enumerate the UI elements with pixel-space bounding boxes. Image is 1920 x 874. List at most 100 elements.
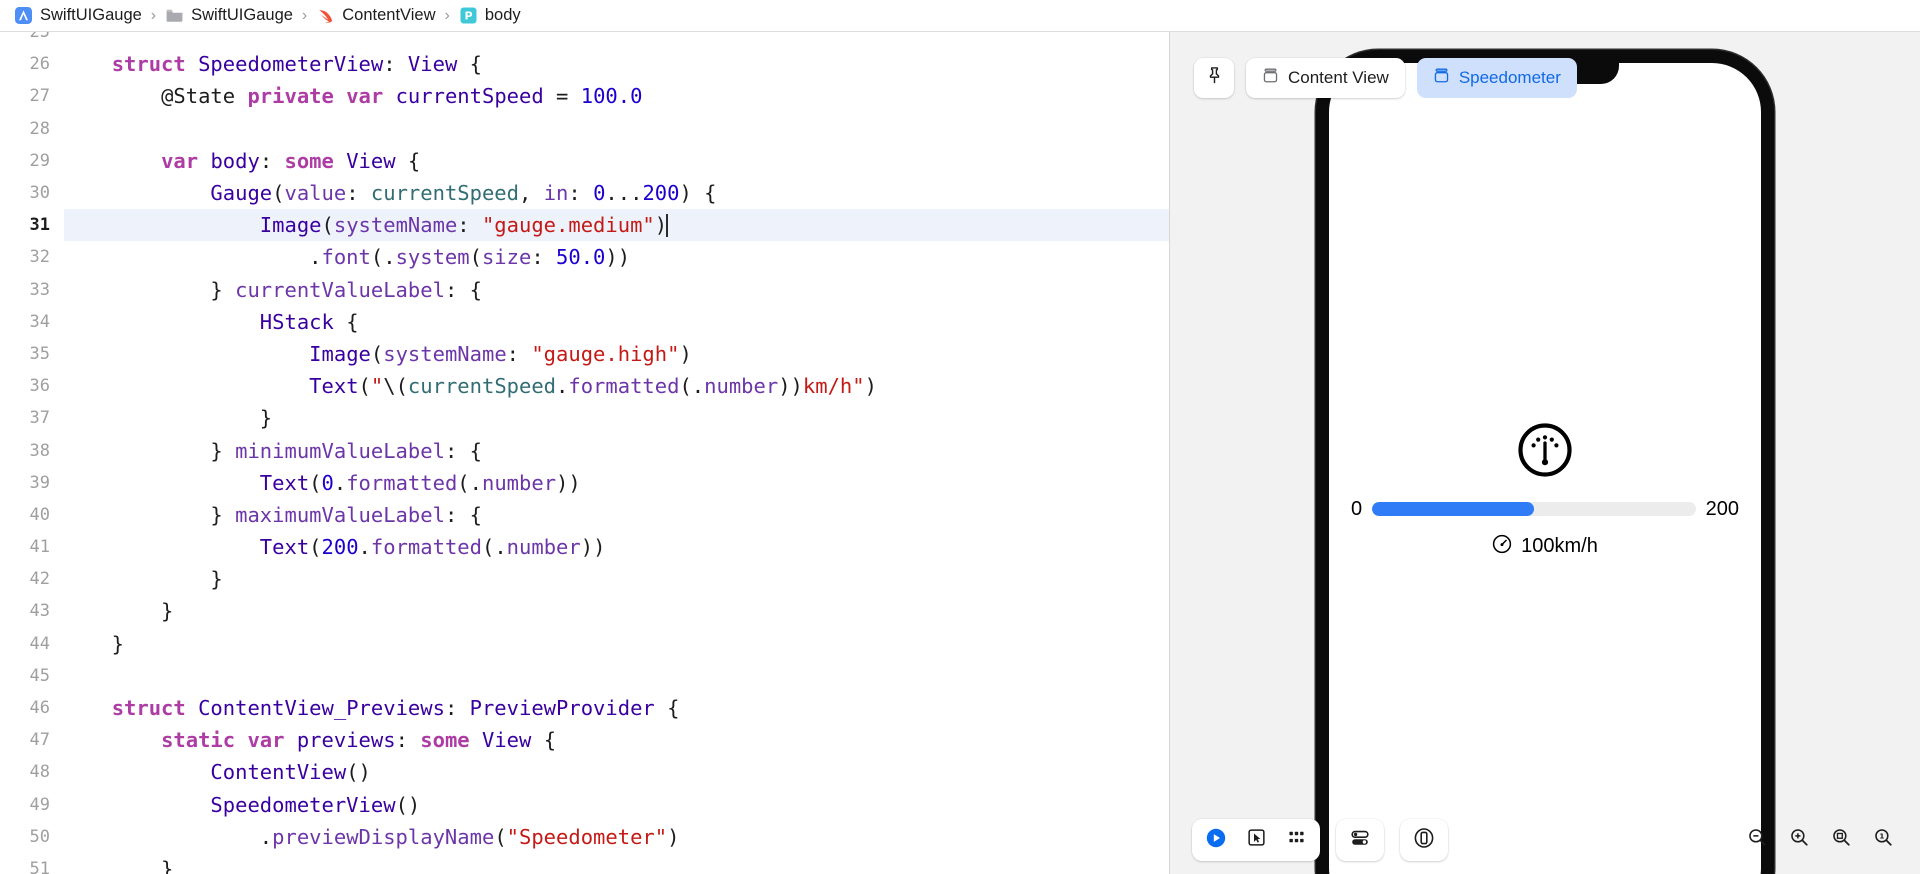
code-line[interactable]: 42 } [0,563,1169,595]
code-line-text[interactable]: SpeedometerView() [73,789,1169,821]
code-line[interactable]: 25 [0,32,1169,48]
code-line-text[interactable]: } [73,563,1169,595]
code-line-text[interactable]: ContentView() [73,756,1169,788]
code-line-text[interactable]: static var previews: some View { [73,724,1169,756]
code-scroll-area[interactable]: 2526 struct SpeedometerView: View {27 @S… [0,32,1169,874]
preview-canvas[interactable]: 0 200 [1170,32,1920,874]
code-line-text[interactable]: } [73,402,1169,434]
code-line-text[interactable]: } minimumValueLabel: { [73,434,1169,466]
code-line-text[interactable]: Gauge(value: currentSpeed, in: 0...200) … [73,177,1169,209]
code-fold-ribbon[interactable] [64,724,73,756]
code-fold-ribbon[interactable] [64,563,73,595]
code-fold-ribbon[interactable] [64,434,73,466]
code-line[interactable]: 43 } [0,595,1169,627]
breadcrumb-item-symbol[interactable]: P body [459,6,521,25]
code-line[interactable]: 50 .previewDisplayName("Speedometer") [0,821,1169,853]
variants-button[interactable] [1278,823,1314,857]
code-fold-ribbon[interactable] [64,177,73,209]
code-fold-ribbon[interactable] [64,80,73,112]
preview-tab-content-view[interactable]: Content View [1246,58,1405,98]
code-fold-ribbon[interactable] [64,853,73,874]
code-line[interactable]: 44 } [0,628,1169,660]
code-line[interactable]: 31 Image(systemName: "gauge.medium") [0,209,1169,241]
code-line-text[interactable]: Image(systemName: "gauge.medium") [73,209,1169,241]
device-settings-button[interactable] [1342,823,1378,857]
code-line-text[interactable]: Image(systemName: "gauge.high") [73,338,1169,370]
code-line[interactable]: 47 static var previews: some View { [0,724,1169,756]
code-line-text[interactable]: } maximumValueLabel: { [73,499,1169,531]
code-fold-ribbon[interactable] [64,499,73,531]
code-line[interactable]: 39 Text(0.formatted(.number)) [0,467,1169,499]
code-fold-ribbon[interactable] [64,48,73,80]
code-line-text[interactable]: .previewDisplayName("Speedometer") [73,821,1169,853]
code-fold-ribbon[interactable] [64,32,73,48]
breadcrumb-item-file[interactable]: ContentView [316,6,435,25]
code-line-text[interactable] [73,660,1169,692]
code-line-text[interactable]: } currentValueLabel: { [73,274,1169,306]
code-line-text[interactable]: struct SpeedometerView: View { [73,48,1169,80]
code-line[interactable]: 51 } [0,853,1169,874]
code-line[interactable]: 34 HStack { [0,306,1169,338]
code-line[interactable]: 37 } [0,402,1169,434]
code-fold-ribbon[interactable] [64,595,73,627]
code-fold-ribbon[interactable] [64,145,73,177]
pin-preview-button[interactable] [1194,58,1234,98]
live-preview-button[interactable] [1198,823,1234,857]
breadcrumb-item-project[interactable]: SwiftUIGauge [14,6,142,25]
code-line-text[interactable]: Text(0.formatted(.number)) [73,467,1169,499]
code-fold-ribbon[interactable] [64,274,73,306]
code-line-text[interactable]: } [73,853,1169,874]
code-line[interactable]: 41 Text(200.formatted(.number)) [0,531,1169,563]
code-line-text[interactable]: } [73,595,1169,627]
code-line-text[interactable]: var body: some View { [73,145,1169,177]
code-line[interactable]: 45 [0,660,1169,692]
code-fold-ribbon[interactable] [64,821,73,853]
code-line-text[interactable] [73,32,1169,48]
code-fold-ribbon[interactable] [64,370,73,402]
code-fold-ribbon[interactable] [64,660,73,692]
zoom-in-button[interactable] [1784,825,1814,855]
code-line[interactable]: 40 } maximumValueLabel: { [0,499,1169,531]
code-line-text[interactable]: @State private var currentSpeed = 100.0 [73,80,1169,112]
iphone-device-frame[interactable]: 0 200 [1316,50,1774,874]
code-line[interactable]: 28 [0,113,1169,145]
code-fold-ribbon[interactable] [64,402,73,434]
code-line[interactable]: 27 @State private var currentSpeed = 100… [0,80,1169,112]
code-fold-ribbon[interactable] [64,628,73,660]
code-line-text[interactable] [73,113,1169,145]
code-line[interactable]: 33 } currentValueLabel: { [0,274,1169,306]
code-fold-ribbon[interactable] [64,756,73,788]
code-fold-ribbon[interactable] [64,338,73,370]
code-line-text[interactable]: Text("\(currentSpeed.formatted(.number))… [73,370,1169,402]
code-fold-ribbon[interactable] [64,692,73,724]
code-line-text[interactable]: Text(200.formatted(.number)) [73,531,1169,563]
code-fold-ribbon[interactable] [64,306,73,338]
zoom-actual-size-button[interactable]: 1 [1868,825,1898,855]
selectable-mode-button[interactable] [1238,823,1274,857]
code-line[interactable]: 30 Gauge(value: currentSpeed, in: 0...20… [0,177,1169,209]
zoom-out-button[interactable] [1742,825,1772,855]
code-line[interactable]: 26 struct SpeedometerView: View { [0,48,1169,80]
code-fold-ribbon[interactable] [64,531,73,563]
code-line[interactable]: 46 struct ContentView_Previews: PreviewP… [0,692,1169,724]
breadcrumb-item-folder[interactable]: SwiftUIGauge [165,6,293,25]
code-fold-ribbon[interactable] [64,113,73,145]
code-line[interactable]: 35 Image(systemName: "gauge.high") [0,338,1169,370]
code-line-text[interactable]: } [73,628,1169,660]
source-editor[interactable]: 2526 struct SpeedometerView: View {27 @S… [0,32,1170,874]
device-bezel-button[interactable] [1406,823,1442,857]
code-line-text[interactable]: .font(.system(size: 50.0)) [73,241,1169,273]
code-line[interactable]: 32 .font(.system(size: 50.0)) [0,241,1169,273]
code-line[interactable]: 49 SpeedometerView() [0,789,1169,821]
device-screen[interactable]: 0 200 [1329,63,1761,874]
code-line[interactable]: 48 ContentView() [0,756,1169,788]
code-line[interactable]: 38 } minimumValueLabel: { [0,434,1169,466]
zoom-to-fit-button[interactable] [1826,825,1856,855]
code-fold-ribbon[interactable] [64,789,73,821]
code-line-text[interactable]: HStack { [73,306,1169,338]
code-line-text[interactable]: struct ContentView_Previews: PreviewProv… [73,692,1169,724]
code-fold-ribbon[interactable] [64,209,73,241]
code-line[interactable]: 36 Text("\(currentSpeed.formatted(.numbe… [0,370,1169,402]
code-line[interactable]: 29 var body: some View { [0,145,1169,177]
preview-tab-speedometer[interactable]: Speedometer [1417,58,1577,98]
